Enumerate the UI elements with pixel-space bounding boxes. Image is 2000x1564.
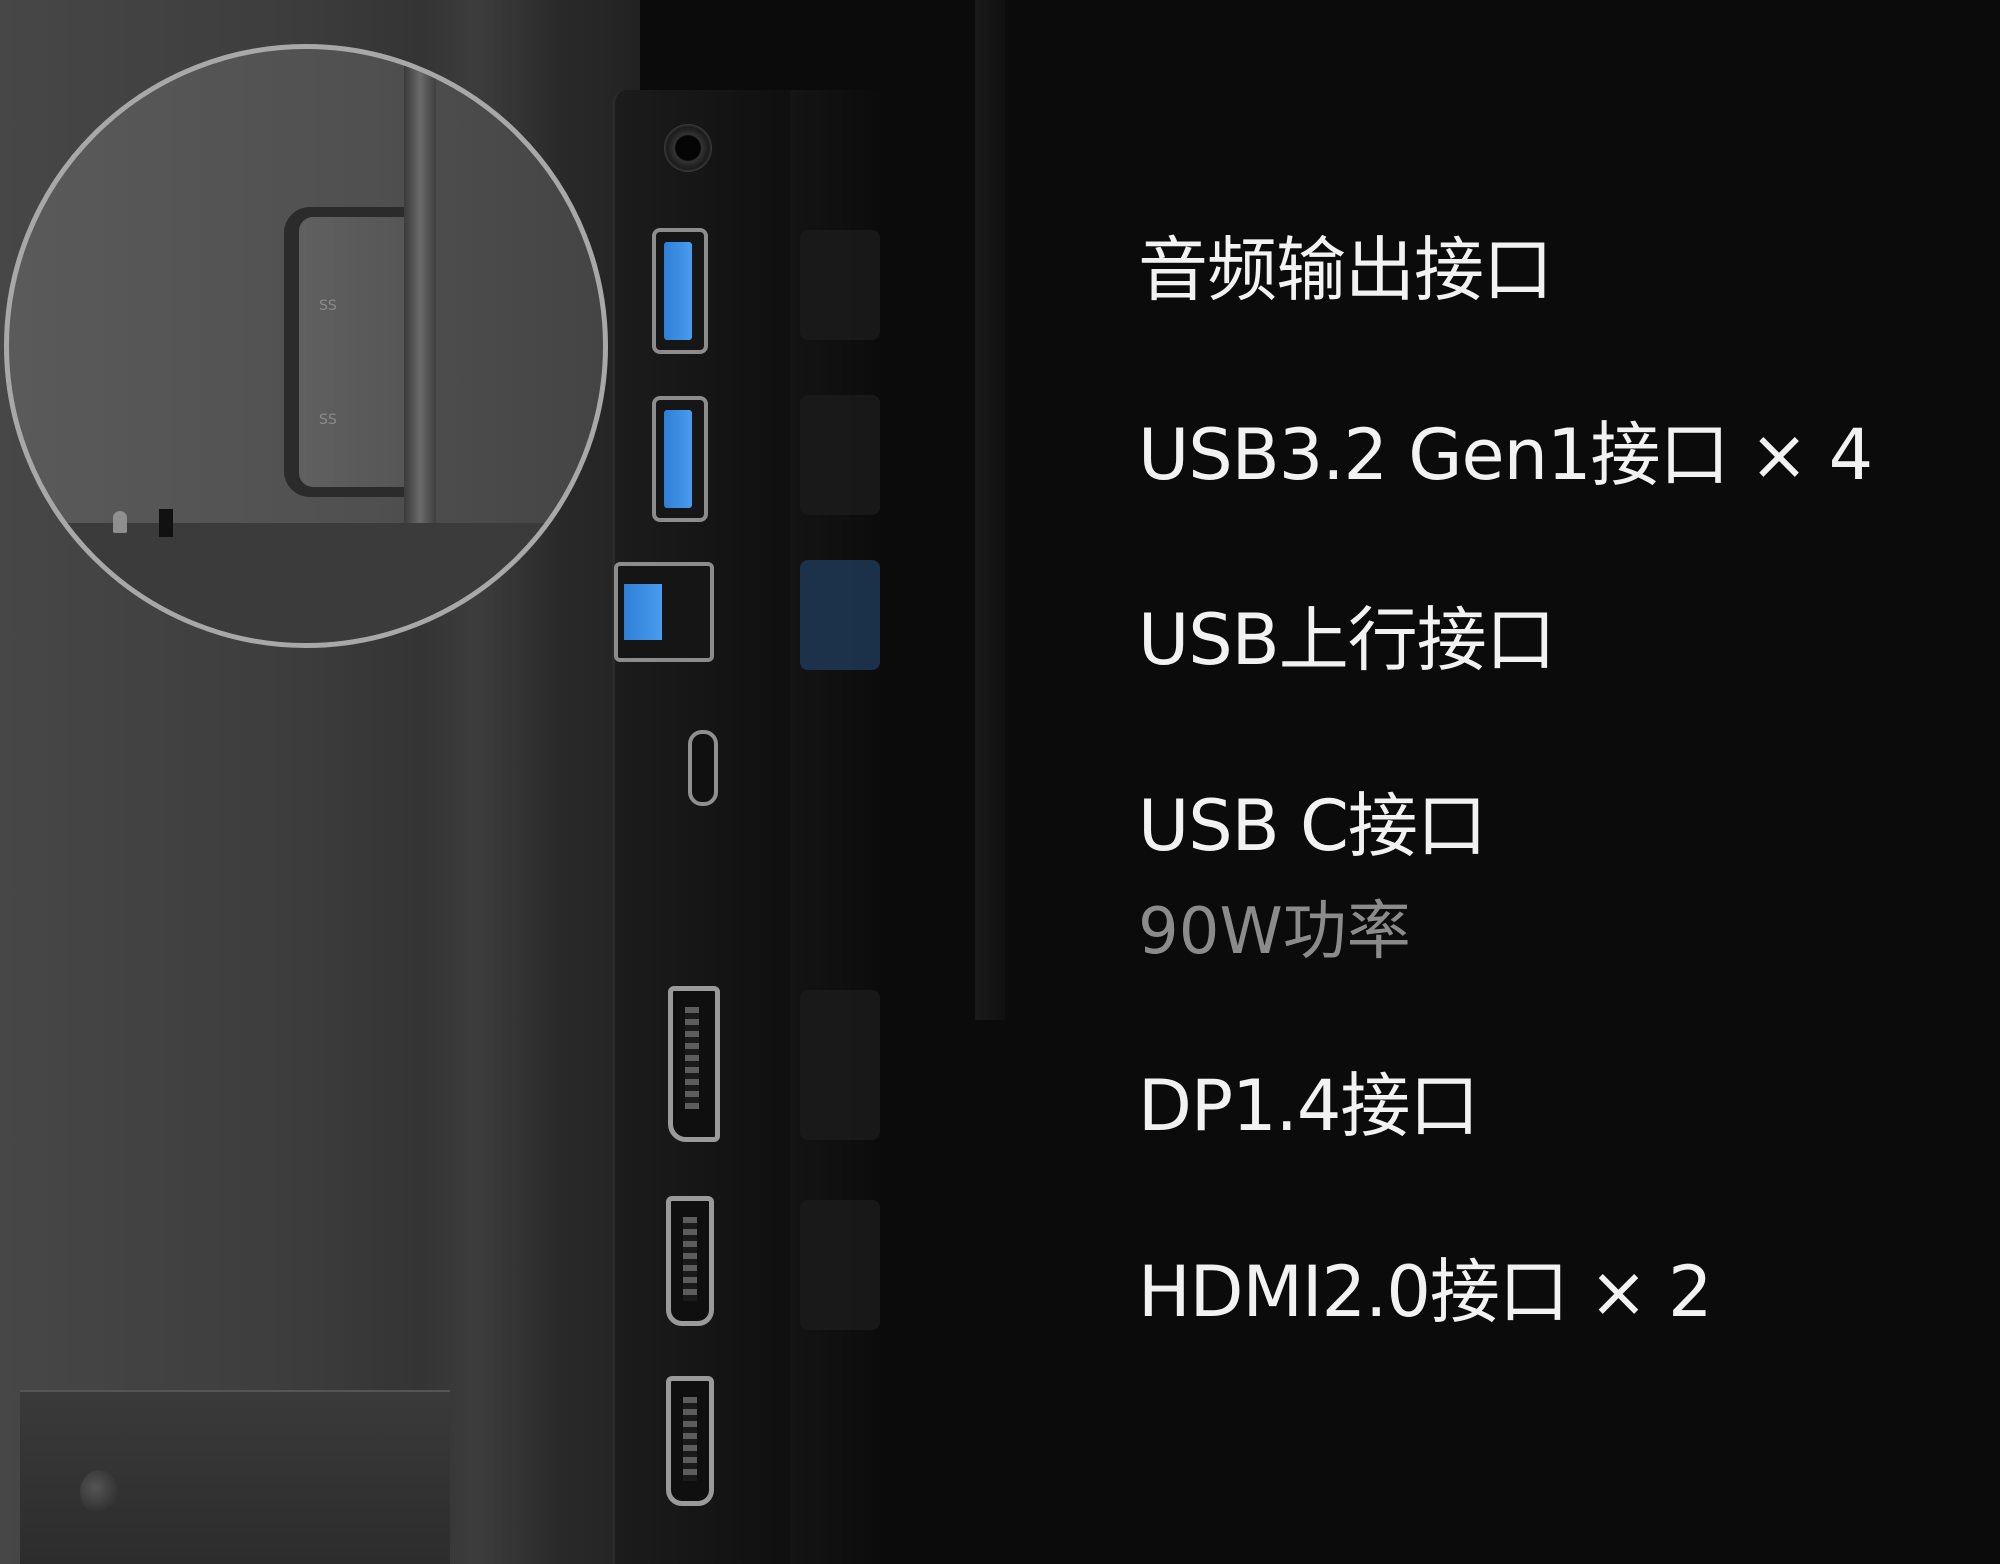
inset-shade	[9, 523, 603, 643]
spec-hdmi20: HDMI2.0接口 × 2	[1138, 1251, 1713, 1333]
audio-jack	[664, 124, 712, 172]
spec-usb-c-power: 90W功率	[1138, 895, 1411, 969]
spec-dp14: DP1.4接口	[1138, 1065, 1479, 1147]
spec-usb-upstream: USB上行接口	[1138, 599, 1556, 681]
blurred-port	[800, 230, 880, 340]
usb-c-port	[688, 730, 718, 806]
lock-icon	[113, 511, 127, 533]
usb-a-port	[652, 396, 708, 522]
blurred-port	[800, 560, 880, 670]
spec-audio-output: 音频输出接口	[1138, 229, 1553, 311]
zoom-inset: SS SS	[4, 44, 608, 648]
side-usb-slot-face	[299, 217, 404, 487]
spec-usb32-gen1: USB3.2 Gen1接口 × 4	[1138, 414, 1873, 496]
back-rail	[975, 0, 1005, 1020]
usb-a-port	[652, 228, 708, 354]
usb-b-upstream-port	[614, 562, 714, 662]
displayport	[668, 986, 720, 1142]
blurred-port	[800, 395, 880, 515]
port-spec-list: 音频输出接口 USB3.2 Gen1接口 × 4 USB上行接口 USB C接口…	[1138, 0, 1988, 1564]
spec-usb-c: USB C接口	[1138, 785, 1487, 867]
blurred-port	[800, 1200, 880, 1330]
blurred-port	[800, 990, 880, 1140]
hdmi-port	[666, 1196, 714, 1326]
hdmi-port	[666, 1376, 714, 1506]
monitor-io-photo: SS SS 音频输出接口 USB3.2 Gen1接口 × 4 USB上行接口 U…	[0, 0, 2000, 1564]
usb-ss-mark: SS	[319, 298, 337, 314]
usb-ss-mark: SS	[319, 412, 337, 428]
kensington-slot-icon	[159, 509, 173, 537]
screw-icon	[80, 1470, 118, 1514]
